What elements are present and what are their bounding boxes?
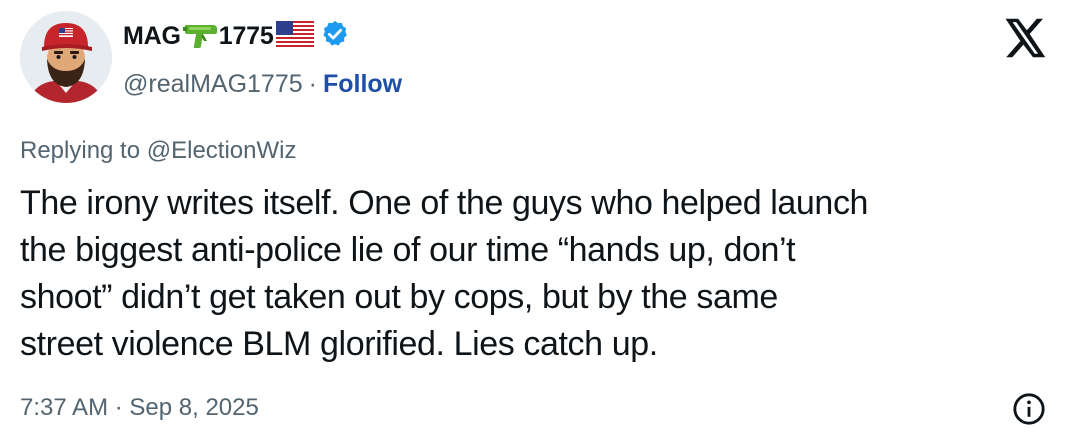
info-icon[interactable]: [1012, 392, 1046, 426]
replying-to: Replying to @ElectionWiz: [20, 137, 296, 165]
display-name-suffix[interactable]: 1775: [219, 22, 274, 51]
tweet-line: The irony writes itself. One of the guys…: [20, 184, 869, 222]
x-logo-icon[interactable]: [1005, 18, 1047, 58]
reply-handle-link[interactable]: @ElectionWiz: [147, 137, 297, 164]
tweet-header: MAG 1775 @realMAG1775 · Follow: [123, 16, 402, 106]
timestamp[interactable]: 7:37 AM · Sep 8, 2025: [20, 394, 259, 422]
name-row: MAG 1775: [123, 16, 402, 56]
tweet-line: shoot” didn’t get taken out by cops, but…: [20, 278, 778, 316]
tweet-line: street violence BLM glorified. Lies catc…: [20, 325, 658, 363]
replying-prefix: Replying to: [20, 137, 147, 164]
avatar-illustration: [20, 11, 112, 103]
avatar[interactable]: [20, 11, 112, 103]
verified-badge-icon: [320, 19, 350, 54]
display-name[interactable]: MAG: [123, 22, 181, 51]
tweet-line: the biggest anti-police lie of our time …: [20, 231, 796, 269]
handle-row: @realMAG1775 · Follow: [123, 62, 402, 106]
water-pistol-icon: [182, 19, 219, 54]
us-flag-icon: [275, 20, 314, 52]
author-handle[interactable]: @realMAG1775: [123, 70, 303, 99]
separator-dot: ·: [308, 69, 317, 98]
follow-button[interactable]: Follow: [323, 70, 402, 99]
tweet-text: The irony writes itself. One of the guys…: [20, 180, 1050, 368]
